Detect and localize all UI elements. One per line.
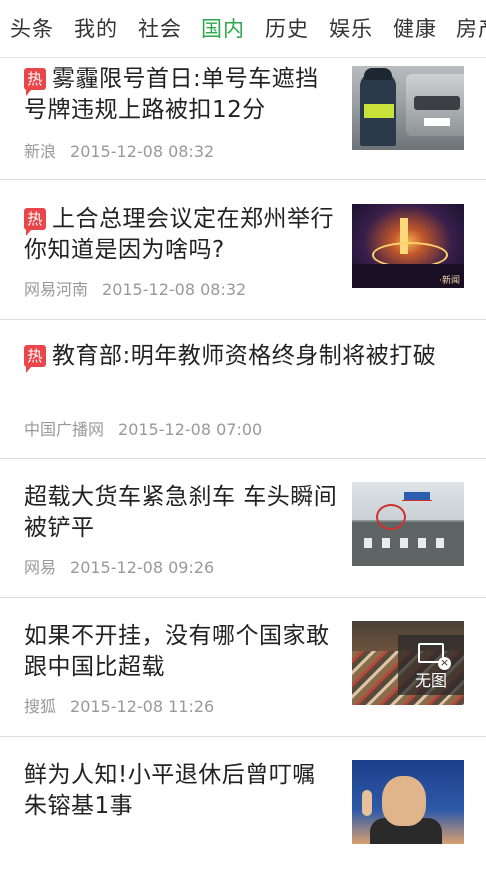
city-night-image[interactable]: ·新闻 — [352, 204, 464, 288]
hot-badge: 热 — [24, 345, 46, 373]
hot-badge: 热 — [24, 68, 46, 96]
news-meta: 中国广播网 2015-12-08 07:00 — [24, 416, 262, 440]
news-title[interactable]: 热上合总理会议定在郑州举行 你知道是因为啥吗? — [24, 204, 339, 266]
news-title[interactable]: 热教育部:明年教师资格终身制将被打破 — [24, 341, 464, 373]
hot-badge: 热 — [24, 208, 46, 236]
overload-cart-image[interactable]: 无图 — [352, 621, 464, 705]
news-time: 2015-12-08 07:00 — [118, 420, 263, 439]
tab-health[interactable]: 健康 — [393, 14, 437, 44]
news-title[interactable]: 如果不开挂，没有哪个国家敢跟中国比超载 — [24, 621, 339, 683]
news-meta: 新浪 2015-12-08 08:32 — [24, 138, 214, 162]
news-time: 2015-12-08 09:26 — [70, 558, 215, 577]
news-source: 新浪 — [24, 142, 57, 161]
news-meta: 网易 2015-12-08 09:26 — [24, 554, 214, 578]
news-item[interactable]: 鲜为人知!小平退休后曾叮嘱朱镕基1事 — [0, 740, 486, 876]
news-source: 网易 — [24, 558, 57, 577]
tab-real-estate[interactable]: 房产 — [456, 14, 486, 44]
tab-mine[interactable]: 我的 — [74, 14, 118, 44]
tab-domestic[interactable]: 国内 — [201, 14, 245, 44]
news-item[interactable]: 热雾霾限号首日:单号车遮挡号牌违规上路被扣12分 新浪 2015-12-08 08… — [0, 58, 486, 180]
news-item[interactable]: 超载大货车紧急刹车 车头瞬间被铲平 网易 2015-12-08 09:26 — [0, 462, 486, 598]
news-meta: 网易河南 2015-12-08 08:32 — [24, 276, 246, 300]
road-crash-image[interactable] — [352, 482, 464, 566]
news-item[interactable]: 热上合总理会议定在郑州举行 你知道是因为啥吗? 网易河南 2015-12-08 0… — [0, 184, 486, 320]
news-time: 2015-12-08 08:32 — [70, 142, 215, 161]
tab-history[interactable]: 历史 — [265, 14, 309, 44]
news-source: 网易河南 — [24, 280, 89, 299]
news-title[interactable]: 热雾霾限号首日:单号车遮挡号牌违规上路被扣12分 — [24, 64, 339, 126]
portrait-image[interactable] — [352, 760, 464, 844]
news-meta: 搜狐 2015-12-08 11:26 — [24, 693, 214, 717]
news-time: 2015-12-08 11:26 — [70, 697, 215, 716]
news-title[interactable]: 超载大货车紧急刹车 车头瞬间被铲平 — [24, 482, 339, 544]
tab-entertainment[interactable]: 娱乐 — [329, 14, 373, 44]
no-image-overlay: 无图 — [398, 635, 464, 695]
image-broken-icon — [418, 643, 451, 670]
news-source: 搜狐 — [24, 697, 57, 716]
tab-society[interactable]: 社会 — [138, 14, 182, 44]
category-tab-bar: 头条 我的 社会 国内 历史 娱乐 健康 房产 — [0, 0, 486, 58]
news-title[interactable]: 鲜为人知!小平退休后曾叮嘱朱镕基1事 — [24, 760, 339, 822]
news-item[interactable]: 如果不开挂，没有哪个国家敢跟中国比超载 搜狐 2015-12-08 11:26 无… — [0, 601, 486, 737]
traffic-police-image[interactable] — [352, 66, 464, 150]
news-source: 中国广播网 — [24, 420, 105, 439]
news-time: 2015-12-08 08:32 — [102, 280, 247, 299]
news-item[interactable]: 热教育部:明年教师资格终身制将被打破 中国广播网 2015-12-08 07:00 — [0, 323, 486, 459]
tab-headlines[interactable]: 头条 — [10, 14, 54, 44]
